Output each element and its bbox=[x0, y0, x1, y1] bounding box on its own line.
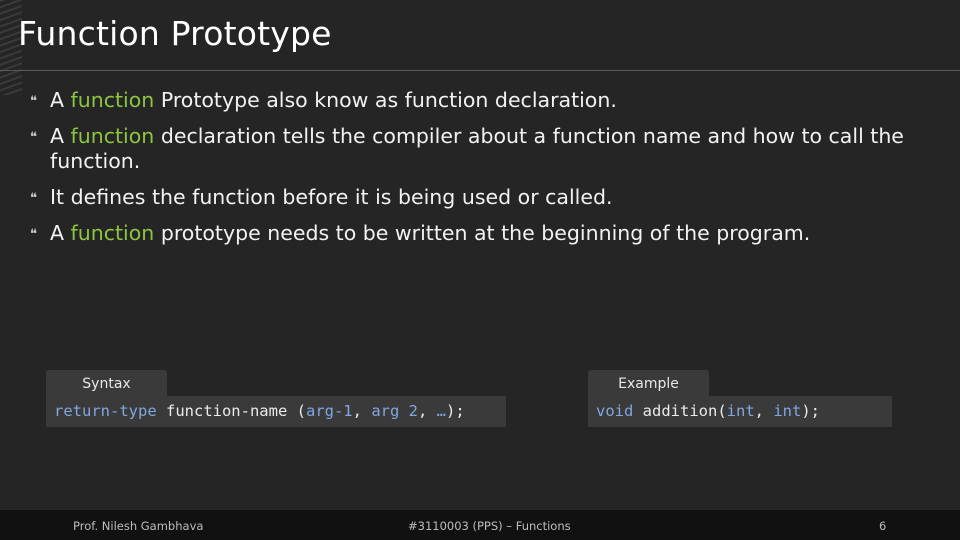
code-keyword: arg 2 bbox=[371, 402, 418, 420]
highlight-word: function bbox=[70, 124, 155, 148]
code-keyword: arg-1 bbox=[305, 402, 353, 420]
highlight-word: function bbox=[70, 221, 155, 245]
footer-course: #3110003 (PPS) – Functions bbox=[408, 519, 571, 533]
bullet-text: It defines the function before it is bei… bbox=[50, 185, 613, 209]
bullet-item: ❝ A function Prototype also know as func… bbox=[30, 88, 940, 113]
bullet-quote-icon: ❝ bbox=[30, 191, 37, 206]
example-tab: Example bbox=[588, 370, 709, 396]
bullet-item: ❝ A function declaration tells the compi… bbox=[30, 124, 940, 174]
code-text: , bbox=[418, 402, 437, 420]
code-keyword: int bbox=[726, 402, 755, 420]
syntax-tab: Syntax bbox=[46, 370, 167, 396]
bullet-quote-icon: ❝ bbox=[30, 130, 37, 145]
highlight-word: function bbox=[70, 88, 155, 112]
code-text: ( bbox=[296, 402, 306, 420]
bullet-text: A bbox=[50, 124, 71, 148]
bullet-quote-icon: ❝ bbox=[30, 227, 37, 242]
code-keyword: return-type bbox=[54, 402, 157, 420]
title-divider bbox=[0, 70, 960, 71]
bullet-list: ❝ A function Prototype also know as func… bbox=[30, 88, 940, 257]
bullet-item: ❝ A function prototype needs to be writt… bbox=[30, 221, 940, 246]
bullet-text: Prototype also know as function declarat… bbox=[154, 88, 617, 112]
footer-page-number: 6 bbox=[879, 519, 887, 533]
bullet-text: A bbox=[50, 88, 71, 112]
footer-author: Prof. Nilesh Gambhava bbox=[73, 519, 204, 533]
code-keyword: int bbox=[773, 402, 802, 420]
code-text: ); bbox=[446, 402, 465, 420]
bullet-quote-icon: ❝ bbox=[30, 94, 37, 109]
code-text: function-name bbox=[156, 402, 297, 420]
slide-footer: Prof. Nilesh Gambhava #3110003 (PPS) – F… bbox=[0, 510, 960, 540]
slide-title: Function Prototype bbox=[18, 14, 332, 53]
code-text: , bbox=[754, 402, 774, 420]
bullet-text: declaration tells the compiler about a f… bbox=[50, 124, 904, 173]
syntax-code: return-type function-name (arg-1, arg 2,… bbox=[46, 396, 506, 427]
example-code: void addition(int, int); bbox=[588, 396, 892, 427]
code-keyword: … bbox=[436, 402, 447, 420]
bullet-item: ❝ It defines the function before it is b… bbox=[30, 185, 940, 210]
code-text: , bbox=[352, 402, 372, 420]
bullet-text: A bbox=[50, 221, 71, 245]
bullet-text: prototype needs to be written at the beg… bbox=[154, 221, 811, 245]
code-keyword: void bbox=[596, 402, 634, 420]
code-text: ); bbox=[801, 402, 820, 420]
code-text: addition( bbox=[633, 402, 727, 420]
